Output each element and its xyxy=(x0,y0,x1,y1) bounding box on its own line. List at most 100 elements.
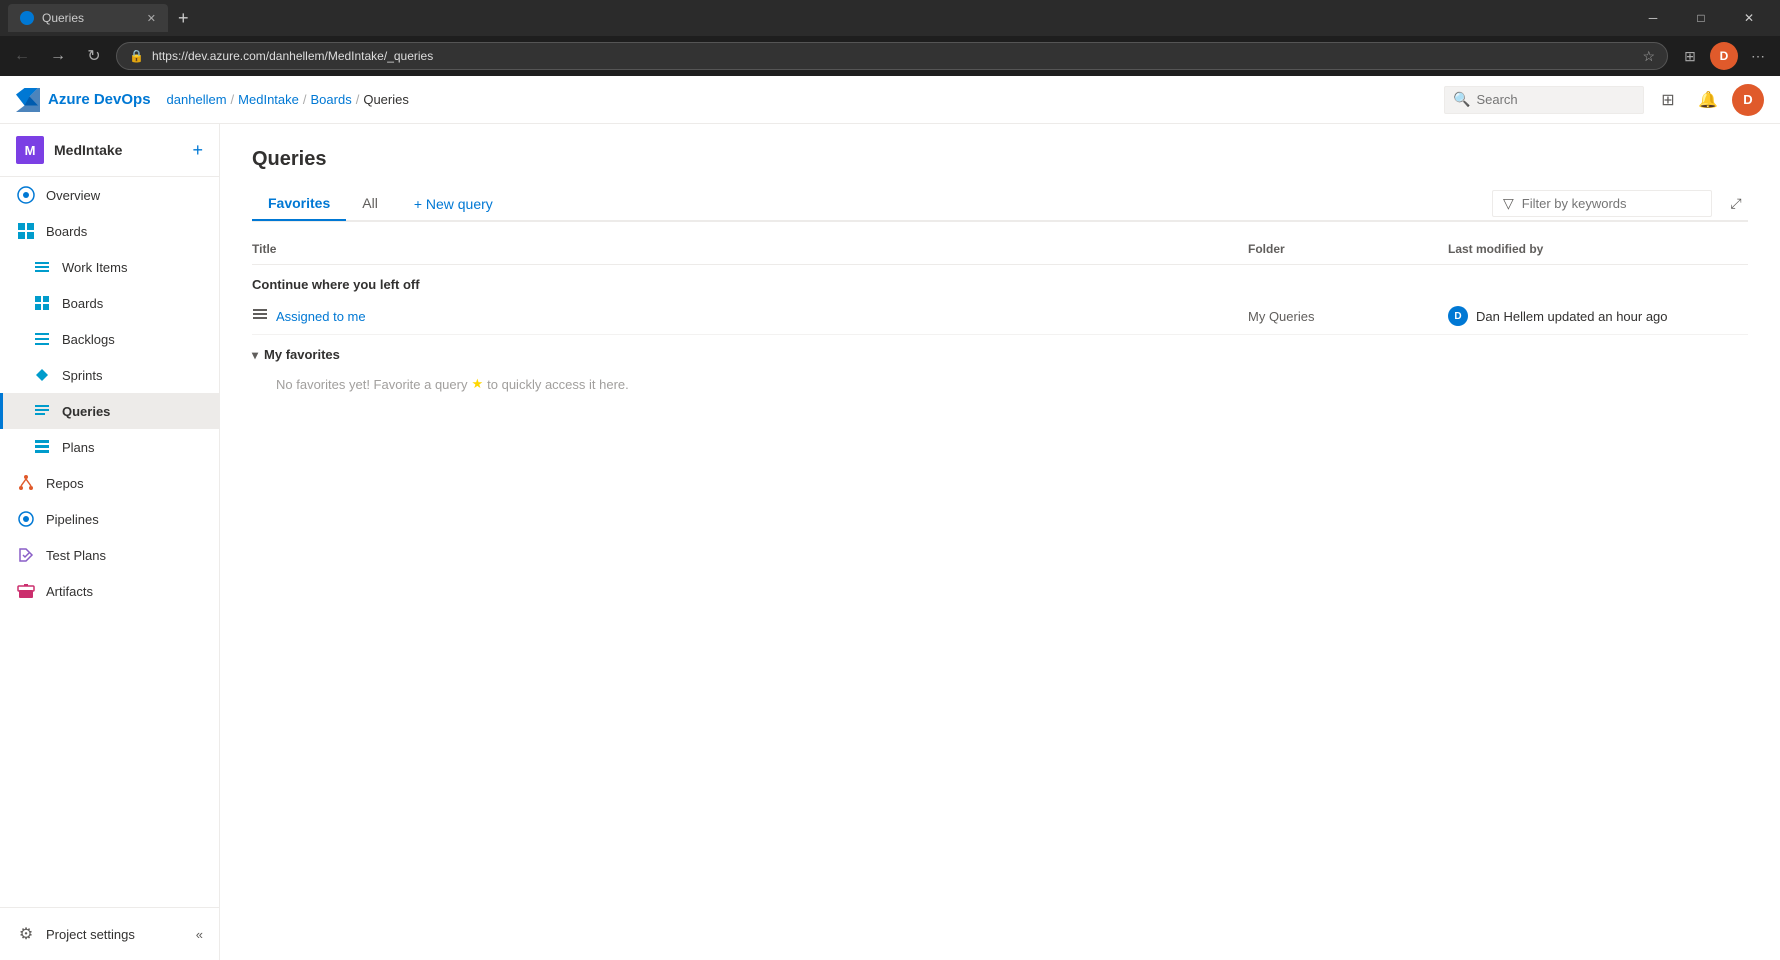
test-plans-icon xyxy=(16,545,36,565)
section-continue: Continue where you left off xyxy=(252,265,1748,298)
forward-button[interactable]: → xyxy=(44,42,72,70)
overview-icon xyxy=(16,185,36,205)
queries-icon xyxy=(32,401,52,421)
app-header: Azure DevOps danhellem / MedIntake / Boa… xyxy=(0,76,1780,124)
refresh-button[interactable]: ↻ xyxy=(80,42,108,70)
sidebar-item-overview[interactable]: Overview xyxy=(0,177,219,213)
sprints-icon xyxy=(32,365,52,385)
window-controls: ─ □ ✕ xyxy=(1630,2,1772,34)
tab-title: Queries xyxy=(42,11,84,25)
table-row: Assigned to me My Queries D Dan Hellem u… xyxy=(252,298,1748,335)
filter-by-keywords-input[interactable]: ▽ xyxy=(1492,190,1712,217)
collapse-icon[interactable]: « xyxy=(196,927,203,942)
filter-input-field[interactable] xyxy=(1522,196,1701,211)
restore-button[interactable]: □ xyxy=(1678,2,1724,34)
sidebar-item-sprints[interactable]: Sprints xyxy=(0,357,219,393)
main-layout: M MedIntake + Overview Boards xyxy=(0,124,1780,960)
col-title: Title xyxy=(252,242,1248,256)
no-favorites-text: No favorites yet! Favorite a query xyxy=(276,377,467,392)
sidebar-item-label-boards-group: Boards xyxy=(46,224,87,239)
extensions-icon[interactable]: ⊞ xyxy=(1676,42,1704,70)
back-button[interactable]: ← xyxy=(8,42,36,70)
breadcrumb: danhellem / MedIntake / Boards / Queries xyxy=(167,92,409,107)
sidebar-item-repos[interactable]: Repos xyxy=(0,465,219,501)
app-container: Azure DevOps danhellem / MedIntake / Boa… xyxy=(0,76,1780,960)
url-text: https://dev.azure.com/danhellem/MedIntak… xyxy=(152,49,433,63)
sidebar-item-test-plans[interactable]: Test Plans xyxy=(0,537,219,573)
new-query-button[interactable]: + New query xyxy=(402,190,505,218)
bookmark-icon[interactable]: ☆ xyxy=(1642,48,1655,65)
breadcrumb-medintake[interactable]: MedIntake xyxy=(238,92,299,107)
sidebar-item-backlogs[interactable]: Backlogs xyxy=(0,321,219,357)
new-tab-button[interactable]: + xyxy=(178,8,189,29)
project-header: M MedIntake + xyxy=(0,124,219,177)
browser-profile-icon[interactable]: D xyxy=(1710,42,1738,70)
page-title: Queries xyxy=(252,148,1748,171)
tab-favorites[interactable]: Favorites xyxy=(252,187,346,221)
query-assigned-to-me[interactable]: Assigned to me xyxy=(252,307,1248,326)
artifacts-icon xyxy=(16,581,36,601)
search-input[interactable] xyxy=(1476,92,1635,107)
tab-close-btn[interactable]: ✕ xyxy=(147,12,156,25)
user-avatar: D xyxy=(1448,306,1468,326)
sidebar-item-project-settings[interactable]: ⚙ Project settings « xyxy=(0,916,219,952)
breadcrumb-boards[interactable]: Boards xyxy=(311,92,352,107)
sidebar-item-label-settings: Project settings xyxy=(46,927,135,942)
azure-devops-logo[interactable]: Azure DevOps xyxy=(16,88,151,112)
sidebar-item-label-repos: Repos xyxy=(46,476,84,491)
sidebar-item-label-queries: Queries xyxy=(62,404,110,419)
close-button[interactable]: ✕ xyxy=(1726,2,1772,34)
avatar[interactable]: D xyxy=(1732,84,1764,116)
sidebar-item-label-artifacts: Artifacts xyxy=(46,584,93,599)
star-icon: ★ xyxy=(471,376,483,392)
section-continue-label: Continue where you left off xyxy=(252,277,420,292)
app-logo-text: Azure DevOps xyxy=(48,91,151,108)
sidebar-item-label-test-plans: Test Plans xyxy=(46,548,106,563)
chevron-down-icon[interactable]: ▾ xyxy=(252,348,258,362)
col-modified: Last modified by xyxy=(1448,242,1748,256)
section-favorites-label: My favorites xyxy=(264,347,340,362)
query-folder: My Queries xyxy=(1248,309,1448,324)
sidebar-item-boards[interactable]: Boards xyxy=(0,213,219,249)
browser-toolbar: ⊞ D ⋯ xyxy=(1676,42,1772,70)
browser-tab[interactable]: Queries ✕ xyxy=(8,4,168,32)
browser-chrome: Queries ✕ + ─ □ ✕ xyxy=(0,0,1780,36)
sidebar-item-artifacts[interactable]: Artifacts xyxy=(0,573,219,609)
query-modified-by: D Dan Hellem updated an hour ago xyxy=(1448,306,1748,326)
sidebar-item-queries[interactable]: Queries xyxy=(0,393,219,429)
project-add-button[interactable]: + xyxy=(192,140,203,161)
project-avatar: M xyxy=(16,136,44,164)
project-name: MedIntake xyxy=(54,142,182,158)
backlogs-icon xyxy=(32,329,52,349)
breadcrumb-danhellem[interactable]: danhellem xyxy=(167,92,227,107)
filter-area: ▽ ⤢ xyxy=(1492,190,1748,217)
sidebar-item-label-boards-sub: Boards xyxy=(62,296,103,311)
sidebar-item-plans[interactable]: Plans xyxy=(0,429,219,465)
search-icon: 🔍 xyxy=(1453,91,1470,108)
sidebar-item-boards-sub[interactable]: Boards xyxy=(0,285,219,321)
sidebar-item-pipelines[interactable]: Pipelines xyxy=(0,501,219,537)
sidebar-item-label-work-items: Work Items xyxy=(62,260,128,275)
sidebar-item-label-plans: Plans xyxy=(62,440,95,455)
header-notification-icon[interactable]: 🔔 xyxy=(1692,84,1724,116)
tab-all[interactable]: All xyxy=(346,187,394,221)
url-bar[interactable]: 🔒 https://dev.azure.com/danhellem/MedInt… xyxy=(116,42,1668,70)
sidebar-footer: ⚙ Project settings « xyxy=(0,907,219,960)
settings-dots-icon[interactable]: ⋯ xyxy=(1744,42,1772,70)
header-settings-icon[interactable]: ⊞ xyxy=(1652,84,1684,116)
breadcrumb-sep-1: / xyxy=(231,92,235,107)
header-right: 🔍 ⊞ 🔔 D xyxy=(1444,84,1764,116)
repos-icon xyxy=(16,473,36,493)
azure-logo-svg xyxy=(16,88,40,112)
breadcrumb-sep-2: / xyxy=(303,92,307,107)
col-folder: Folder xyxy=(1248,242,1448,256)
minimize-button[interactable]: ─ xyxy=(1630,2,1676,34)
modified-by-text: Dan Hellem updated an hour ago xyxy=(1476,309,1668,324)
header-search-box[interactable]: 🔍 xyxy=(1444,86,1644,114)
sidebar-item-work-items[interactable]: Work Items xyxy=(0,249,219,285)
work-items-icon xyxy=(32,257,52,277)
plans-icon xyxy=(32,437,52,457)
expand-icon[interactable]: ⤢ xyxy=(1724,192,1748,216)
sidebar-item-label-overview: Overview xyxy=(46,188,100,203)
query-list-icon xyxy=(252,307,268,326)
